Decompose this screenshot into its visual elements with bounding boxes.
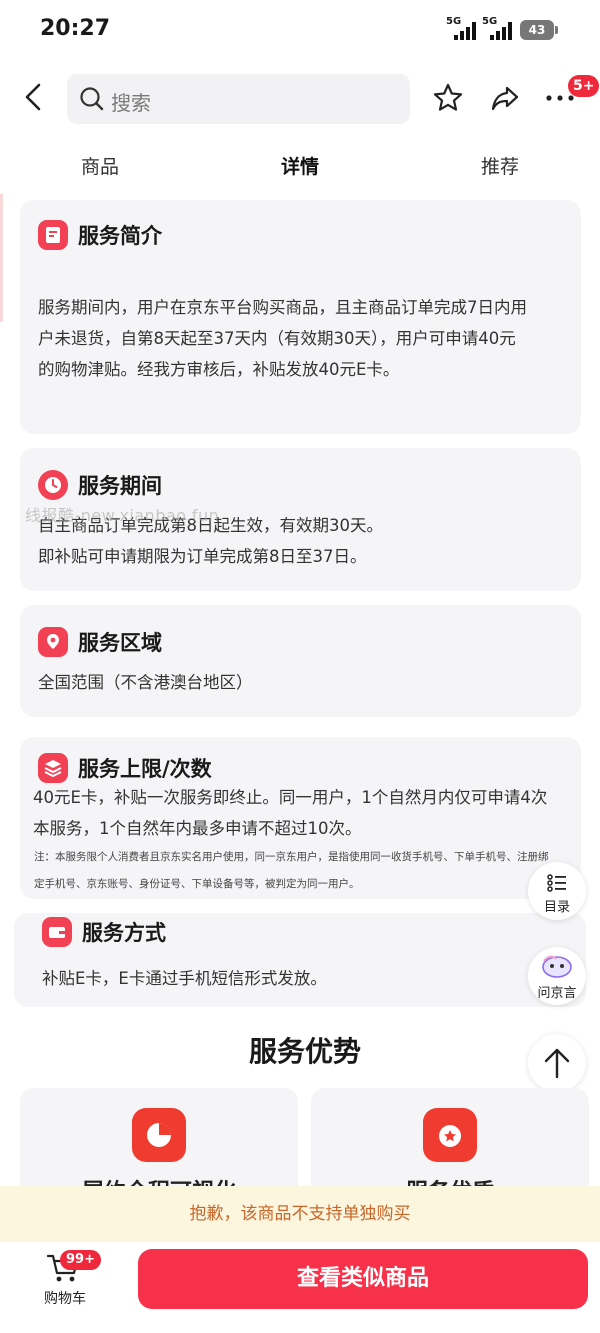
bottom-bar: 99+ 购物车 查看类似商品 <box>0 1242 600 1333</box>
battery-icon: 43 <box>520 20 558 40</box>
card-body: 全国范围（不含港澳台地区） <box>38 667 563 698</box>
view-similar-button[interactable]: 查看类似商品 <box>138 1249 588 1309</box>
card-body: 40元E卡，补贴一次服务即终止。同一用户，1个自然月内仅可申请4次 本服务，1个… <box>33 782 577 844</box>
cart-badge: 99+ <box>60 1250 101 1270</box>
text-line: 户未退货，自第8天起至37天内（有效期30天），用户可申请40元 <box>38 329 516 348</box>
status-bar: 20:27 5G 5G 43 <box>0 0 600 62</box>
search-icon <box>80 87 104 111</box>
card-note: 注：本服务限个人消费者且京东实名用户使用，同一京东用户，是指使用同一收货手机号、… <box>34 844 575 898</box>
document-icon <box>38 220 68 250</box>
location-pin-icon <box>38 627 68 657</box>
service-limit-card: 服务上限/次数 40元E卡，补贴一次服务即终止。同一用户，1个自然月内仅可申请4… <box>20 737 581 899</box>
text-line: 即补贴可申请期限为订单完成第8日至37日。 <box>38 547 367 566</box>
card-title: 服务期间 <box>78 474 162 498</box>
card-title: 服务区域 <box>78 631 162 655</box>
message-badge: 5+ <box>568 75 600 97</box>
assistant-button[interactable]: 问京言 <box>528 947 586 1005</box>
card-title: 服务方式 <box>82 921 166 945</box>
toc-label: 目录 <box>543 900 570 915</box>
search-input[interactable]: 搜索 <box>67 74 410 124</box>
tab-product[interactable]: 商品 <box>81 152 119 179</box>
wallet-icon <box>42 917 72 947</box>
card-title: 服务简介 <box>78 224 162 248</box>
service-method-card: 服务方式 补贴E卡，E卡通过手机短信形式发放。 <box>14 913 586 1007</box>
watermark: 线报酷-new.xianbao.fun <box>25 506 220 525</box>
left-accent <box>0 194 3 322</box>
text-line: 本服务，1个自然年内最多申请不超过10次。 <box>33 819 362 838</box>
share-icon[interactable] <box>489 82 521 114</box>
signal-icon: 5G <box>446 16 480 40</box>
card-body: 补贴E卡，E卡通过手机短信形式发放。 <box>42 963 568 994</box>
text-line: 补贴E卡，E卡通过手机短信形式发放。 <box>42 969 327 988</box>
medal-icon <box>423 1108 477 1162</box>
favorite-star-icon[interactable] <box>432 82 464 114</box>
text-line: 40元E卡，补贴一次服务即终止。同一用户，1个自然月内仅可申请4次 <box>33 788 548 807</box>
tab-bar: 商品 详情 推荐 <box>0 134 600 194</box>
card-body: 服务期间内，用户在京东平台购买商品，且主商品订单完成7日内用 户未退货，自第8天… <box>38 292 563 385</box>
advantages-title: 服务优势 <box>248 1035 361 1068</box>
note-line: 定手机号、京东账号、身份证号、下单设备号等，被判定为同一用户。 <box>34 878 360 890</box>
assistant-label: 问京言 <box>537 986 577 1001</box>
layers-icon <box>38 753 68 783</box>
cart-label: 购物车 <box>44 1291 86 1307</box>
clock-icon <box>38 470 68 500</box>
text-line: 的购物津贴。经我方审核后，补贴发放40元E卡。 <box>38 360 400 379</box>
signal-icon: 5G <box>482 16 516 40</box>
list-icon <box>547 874 566 892</box>
pie-chart-icon <box>132 1108 186 1162</box>
top-nav: 搜索 5+ <box>0 62 600 134</box>
card-title: 服务上限/次数 <box>78 757 212 781</box>
service-intro-card: 服务简介 服务期间内，用户在京东平台购买商品，且主商品订单完成7日内用 户未退货… <box>20 200 581 434</box>
status-time: 20:27 <box>40 16 111 41</box>
search-placeholder: 搜索 <box>111 91 151 115</box>
tab-recommend[interactable]: 推荐 <box>481 152 519 179</box>
back-arrow-icon[interactable] <box>18 80 52 114</box>
purchase-notice: 抱歉，该商品不支持单独购买 <box>0 1186 600 1242</box>
note-line: 注：本服务限个人消费者且京东实名用户使用，同一京东用户，是指使用同一收货手机号、… <box>34 851 549 863</box>
tab-details[interactable]: 详情 <box>281 152 319 179</box>
assistant-mascot-icon <box>542 955 572 978</box>
text-line: 全国范围（不含港澳台地区） <box>38 673 253 692</box>
text-line: 服务期间内，用户在京东平台购买商品，且主商品订单完成7日内用 <box>38 298 527 317</box>
service-region-card: 服务区域 全国范围（不含港澳台地区） <box>20 605 581 717</box>
toc-button[interactable]: 目录 <box>528 862 586 920</box>
